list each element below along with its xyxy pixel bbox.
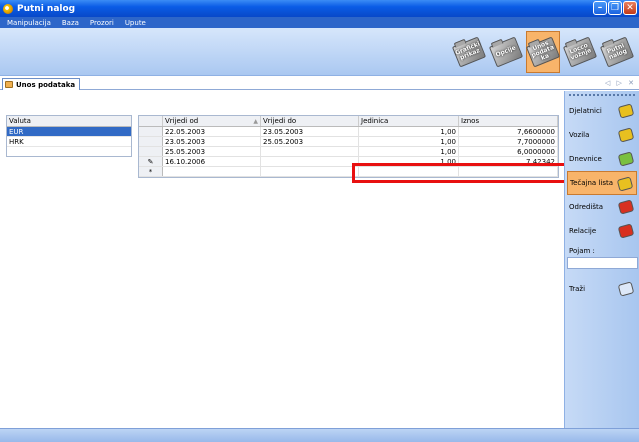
- sidebar-item-relacije[interactable]: Relacije: [567, 219, 637, 243]
- opcije-button[interactable]: Opcije: [488, 31, 524, 73]
- sidebar-item-label: Odredišta: [569, 203, 604, 211]
- cell-iznos-editing[interactable]: 7,42342: [459, 157, 558, 166]
- menu-prozori[interactable]: Prozori: [90, 19, 114, 27]
- folder-icon: Putni nalog: [599, 36, 635, 68]
- menu-upute[interactable]: Upute: [125, 19, 146, 27]
- sidebar-item-label: Djelatnici: [569, 107, 602, 115]
- cell-vrijedi-od[interactable]: 16.10.2006: [163, 157, 261, 166]
- tab-label: Unos podataka: [16, 80, 76, 89]
- cell-jedinica[interactable]: [359, 167, 459, 176]
- exchange-rate-grid: Vrijedi od ▲ Vrijedi do Jedinica Iznos 22…: [138, 115, 559, 178]
- content-area: Valuta EUR HRK Vrijedi od ▲ Vrijedi do Je…: [0, 91, 568, 428]
- cell-iznos[interactable]: 6,0000000: [459, 147, 558, 156]
- table-row-new[interactable]: *: [139, 167, 558, 177]
- sidebar-item-tecajna-lista[interactable]: Tečajna lista: [567, 171, 637, 195]
- window-title: Putni nalog: [17, 3, 76, 14]
- row-indicator-header: [139, 116, 163, 126]
- sidebar-item-odredista[interactable]: Odredišta: [567, 195, 637, 219]
- menu-manipulacija[interactable]: Manipulacija: [7, 19, 51, 27]
- cell-vrijedi-od[interactable]: 23.05.2003: [163, 137, 261, 146]
- pojam-input[interactable]: [567, 257, 638, 269]
- column-header-vrijedi-do[interactable]: Vrijedi do: [261, 116, 359, 126]
- search-label: Traži: [569, 285, 586, 293]
- column-header-jedinica[interactable]: Jedinica: [359, 116, 459, 126]
- cell-vrijedi-do[interactable]: 25.05.2003: [261, 137, 359, 146]
- row-indicator: [139, 147, 163, 156]
- locco-voznje-button[interactable]: Locco vožnje: [562, 31, 598, 73]
- coins-icon: [616, 176, 634, 192]
- table-row[interactable]: 25.05.2003 1,00 6,0000000: [139, 147, 558, 157]
- people-icon: [617, 103, 635, 119]
- sidebar-item-vozila[interactable]: Vozila: [567, 123, 637, 147]
- currency-list: Valuta EUR HRK: [6, 115, 132, 157]
- cell-iznos[interactable]: 7,6600000: [459, 127, 558, 136]
- pojam-label: Pojam :: [569, 247, 595, 255]
- cell-jedinica[interactable]: 1,00: [359, 137, 459, 146]
- graficki-prikaz-button[interactable]: Grafički prikaz: [451, 31, 487, 73]
- close-button[interactable]: ✕: [623, 1, 637, 15]
- menu-baza[interactable]: Baza: [62, 19, 79, 27]
- cell-vrijedi-do[interactable]: [261, 147, 359, 156]
- folder-icon: [5, 81, 13, 88]
- row-indicator: [139, 137, 163, 146]
- currency-item-hrk[interactable]: HRK: [7, 137, 131, 147]
- sidebar-item-label: Vozila: [569, 131, 590, 139]
- folder-icon: Locco vožnje: [562, 36, 598, 68]
- putni-nalog-button[interactable]: Putni nalog: [599, 31, 635, 73]
- sidebar-item-djelatnici[interactable]: Djelatnici: [567, 99, 637, 123]
- maximize-button[interactable]: ❐: [608, 1, 622, 15]
- row-indicator: [139, 127, 163, 136]
- cell-vrijedi-do[interactable]: 23.05.2003: [261, 127, 359, 136]
- grid-header: Vrijedi od ▲ Vrijedi do Jedinica Iznos: [139, 116, 558, 127]
- column-header-iznos[interactable]: Iznos: [459, 116, 558, 126]
- cell-vrijedi-od[interactable]: [163, 167, 261, 176]
- cell-jedinica[interactable]: 1,00: [359, 147, 459, 156]
- pencil-icon: ✎: [139, 157, 163, 166]
- cell-vrijedi-od[interactable]: 22.05.2003: [163, 127, 261, 136]
- cell-jedinica[interactable]: 1,00: [359, 127, 459, 136]
- table-row-editing[interactable]: ✎ 16.10.2006 1,00 7,42342: [139, 157, 558, 167]
- cell-iznos[interactable]: [459, 167, 558, 176]
- unos-podataka-button[interactable]: Unos podataka: [525, 31, 561, 73]
- tab-strip: Unos podataka ◁ ▷ ✕: [0, 77, 639, 90]
- currency-item-eur[interactable]: EUR: [7, 127, 131, 137]
- search-icon: [617, 281, 635, 297]
- minimize-button[interactable]: –: [593, 1, 607, 15]
- sidebar-item-dnevnice[interactable]: Dnevnice: [567, 147, 637, 171]
- car-icon: [617, 127, 635, 143]
- cell-jedinica[interactable]: 1,00: [359, 157, 459, 166]
- cell-vrijedi-od[interactable]: 25.05.2003: [163, 147, 261, 156]
- sidebar-item-label: Tečajna lista: [570, 179, 613, 187]
- side-panel: Djelatnici Vozila Dnevnice Tečajna lista…: [564, 91, 639, 428]
- tab-scroll-arrows-icon[interactable]: ◁ ▷ ✕: [605, 79, 636, 87]
- sidebar-item-label: Relacije: [569, 227, 597, 235]
- search-button[interactable]: Traži: [567, 277, 637, 301]
- folder-icon: Grafički prikaz: [451, 36, 487, 68]
- route-icon: [617, 223, 635, 239]
- currency-header: Valuta: [7, 116, 131, 127]
- table-row[interactable]: 22.05.2003 23.05.2003 1,00 7,6600000: [139, 127, 558, 137]
- destination-icon: [617, 199, 635, 215]
- cell-vrijedi-do[interactable]: [261, 157, 359, 166]
- sidebar-item-label: Dnevnice: [569, 155, 602, 163]
- cell-vrijedi-do[interactable]: [261, 167, 359, 176]
- column-header-vrijedi-od[interactable]: Vrijedi od ▲: [163, 116, 261, 126]
- cell-iznos[interactable]: 7,7000000: [459, 137, 558, 146]
- window-controls: – ❐ ✕: [593, 1, 637, 15]
- new-row-icon: *: [139, 167, 163, 176]
- sort-arrow-icon: ▲: [253, 118, 258, 125]
- folder-icon: Opcije: [488, 36, 524, 68]
- table-row[interactable]: 23.05.2003 25.05.2003 1,00 7,7000000: [139, 137, 558, 147]
- tab-unos-podataka[interactable]: Unos podataka: [2, 78, 81, 90]
- app-icon: [3, 3, 13, 14]
- folder-icon: Unos podataka: [525, 36, 561, 68]
- status-bar: [0, 428, 639, 442]
- title-bar: Putni nalog – ❐ ✕: [0, 0, 639, 17]
- menu-bar: Manipulacija Baza Prozori Upute: [0, 17, 639, 28]
- money-icon: [617, 151, 635, 167]
- toolbar: Grafički prikaz Opcije Unos podataka Loc…: [0, 28, 639, 76]
